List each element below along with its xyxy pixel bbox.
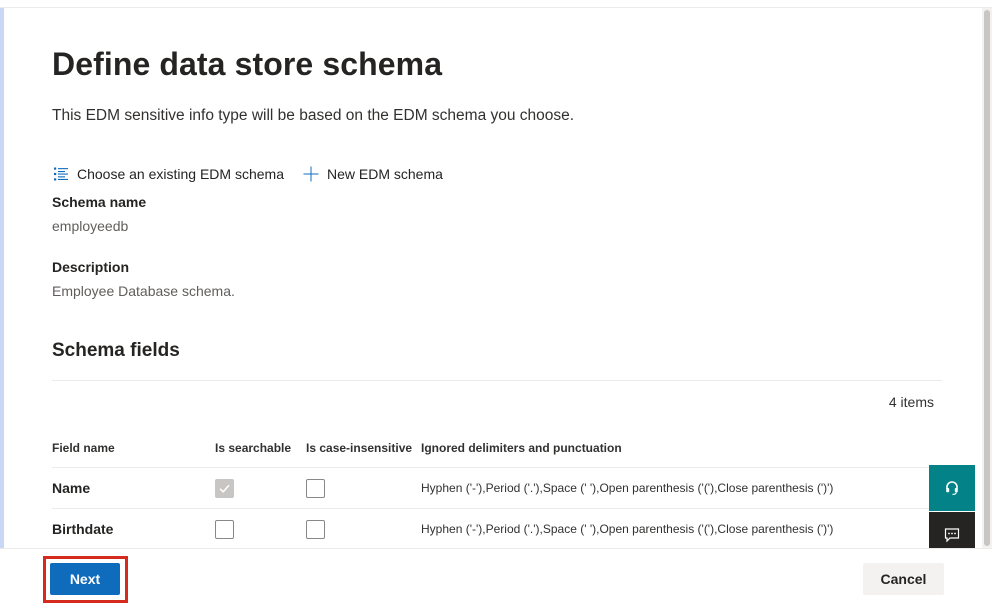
wizard-footer: [0, 548, 992, 608]
column-header-ignored-delimiters[interactable]: Ignored delimiters and punctuation: [421, 441, 622, 455]
help-button[interactable]: [929, 465, 975, 511]
column-header-is-searchable[interactable]: Is searchable: [215, 441, 291, 455]
new-schema-button[interactable]: New EDM schema: [302, 165, 443, 183]
ignored-delimiters-cell: Hyphen ('-'),Period ('.'),Space (' '),Op…: [421, 481, 834, 495]
plus-icon: [302, 165, 320, 183]
bulleted-list-icon: [52, 165, 70, 183]
description-label: Description: [52, 259, 130, 275]
choose-existing-schema-button[interactable]: Choose an existing EDM schema: [52, 165, 284, 183]
cancel-button[interactable]: Cancel: [863, 563, 944, 595]
page-title: Define data store schema: [52, 46, 443, 82]
item-count: 4 items: [888, 394, 934, 410]
page-subtitle: This EDM sensitive info type will be bas…: [52, 107, 575, 124]
schema-name-value: employeedb: [52, 218, 129, 234]
is-case-insensitive-checkbox[interactable]: [306, 520, 325, 539]
description-value: Employee Database schema.: [52, 283, 235, 299]
choose-existing-schema-label: Choose an existing EDM schema: [77, 166, 284, 182]
table-row[interactable]: Name Hyphen ('-'),Period ('.'),Space (' …: [52, 468, 942, 509]
scrollbar[interactable]: [982, 8, 992, 548]
next-button[interactable]: Next: [50, 563, 120, 595]
section-divider: [52, 380, 942, 381]
schema-actions: Choose an existing EDM schema New EDM sc…: [52, 163, 443, 185]
schema-fields-title: Schema fields: [52, 340, 180, 361]
is-searchable-checkbox[interactable]: [215, 520, 234, 539]
column-header-field-name[interactable]: Field name: [52, 441, 115, 455]
fields-table-header: Field name Is searchable Is case-insensi…: [52, 440, 942, 468]
is-case-insensitive-checkbox[interactable]: [306, 479, 325, 498]
checkmark-icon: [219, 484, 230, 493]
wizard-content: Define data store schema This EDM sensit…: [52, 0, 942, 548]
scrollbar-thumb[interactable]: [984, 10, 990, 546]
panel-left-accent: [0, 8, 4, 548]
new-schema-label: New EDM schema: [327, 166, 443, 182]
schema-name-label: Schema name: [52, 194, 147, 210]
headset-icon: [946, 481, 958, 496]
column-header-is-case-insensitive[interactable]: Is case-insensitive: [306, 441, 412, 455]
field-name-cell: Name: [52, 480, 91, 496]
table-row[interactable]: Birthdate Hyphen ('-'),Period ('.'),Spac…: [52, 509, 942, 548]
feedback-icon: [944, 528, 960, 543]
ignored-delimiters-cell: Hyphen ('-'),Period ('.'),Space (' '),Op…: [421, 522, 834, 536]
is-searchable-checkbox: [215, 479, 234, 498]
field-name-cell: Birthdate: [52, 521, 114, 537]
